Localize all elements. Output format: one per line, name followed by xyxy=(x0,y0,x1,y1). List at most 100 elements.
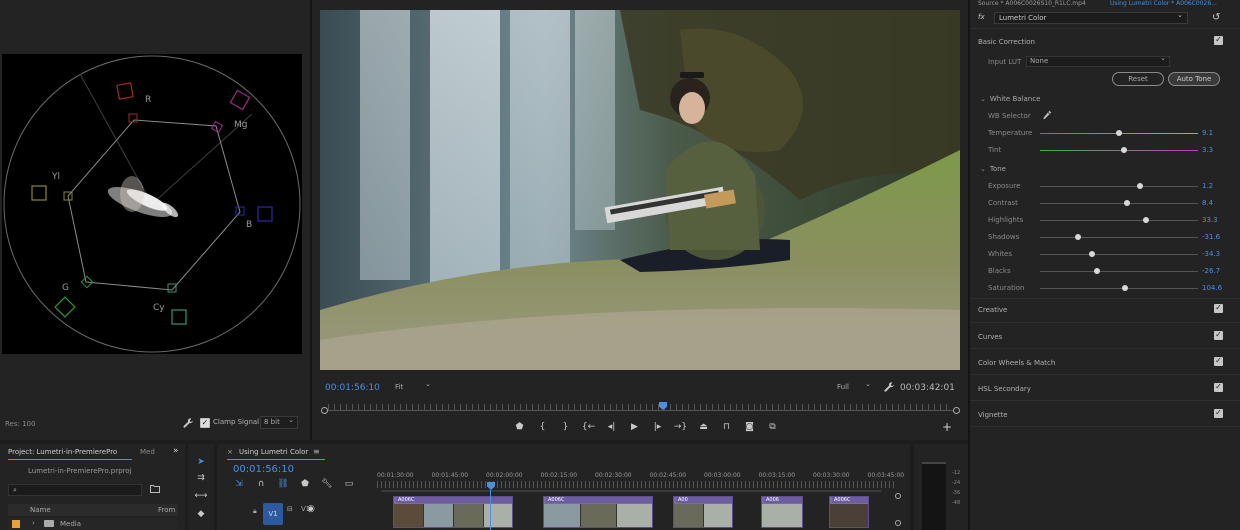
track-select-tool-icon[interactable]: ⇉ xyxy=(194,472,208,484)
section-hsl-secondary[interactable]: HSL Secondary xyxy=(978,385,1031,393)
playback-resolution-select[interactable]: Full xyxy=(834,379,874,393)
source-patch-v1[interactable]: V1 xyxy=(263,503,283,525)
compare-icon[interactable]: ⧉ xyxy=(761,420,784,434)
white-balance-toggle[interactable]: ⌄ White Balance xyxy=(980,95,1040,103)
color-wheels-checkbox[interactable]: ✓ xyxy=(1214,357,1223,366)
section-creative[interactable]: Creative xyxy=(978,306,1007,314)
list-item[interactable]: › Media xyxy=(8,518,178,530)
slider-knob-exposure[interactable] xyxy=(1136,183,1143,189)
param-value-temperature[interactable]: 9.1 xyxy=(1202,129,1213,137)
bit-depth-select[interactable]: 8 bit xyxy=(260,415,298,429)
button-editor-add-button[interactable]: + xyxy=(942,421,952,433)
captions-icon[interactable]: ▭ xyxy=(343,478,355,490)
slider-knob-saturation[interactable] xyxy=(1122,285,1129,291)
hsl-secondary-checkbox[interactable]: ✓ xyxy=(1214,383,1223,392)
param-value-saturation[interactable]: 104.6 xyxy=(1202,284,1222,292)
go-to-in-icon[interactable]: {← xyxy=(577,420,600,434)
extract-icon[interactable]: ⊓ xyxy=(715,420,738,434)
zoom-handle-top[interactable] xyxy=(895,493,901,499)
zoom-handle-bottom[interactable] xyxy=(895,520,901,526)
chevron-right-icon[interactable]: › xyxy=(32,519,35,527)
lift-icon[interactable]: ⏏ xyxy=(692,420,715,434)
program-current-timecode[interactable]: 00:01:56:10 xyxy=(325,383,380,393)
eyedropper-icon[interactable] xyxy=(1042,110,1052,120)
slider-knob-highlights[interactable] xyxy=(1142,217,1149,223)
timeline-clip[interactable]: A00 xyxy=(673,496,733,528)
marker-icon[interactable]: ⬟ xyxy=(508,420,531,434)
project-tab[interactable]: Project: Lumetri-in-PremierePro xyxy=(8,448,117,456)
program-scrub-bar[interactable] xyxy=(321,402,960,414)
sync-lock-icon[interactable]: ⊟ xyxy=(287,505,293,513)
scrub-end-handle[interactable] xyxy=(953,407,960,414)
in-point-icon[interactable]: { xyxy=(531,420,554,434)
slider-tint[interactable] xyxy=(1040,147,1198,153)
tab-menu-icon[interactable]: ≡ xyxy=(313,447,320,456)
lock-icon[interactable]: 🔒︎ xyxy=(253,507,257,516)
slider-knob-whites[interactable] xyxy=(1089,251,1096,257)
slider-exposure[interactable] xyxy=(1040,183,1198,189)
more-panels-icon[interactable]: » xyxy=(173,446,179,456)
project-search-input[interactable]: ⌕ xyxy=(8,484,142,496)
reset-effect-icon[interactable]: ↺ xyxy=(1212,12,1220,23)
column-name[interactable]: Name xyxy=(30,506,51,514)
linked-selection-icon[interactable]: ⛓ xyxy=(277,478,289,490)
work-area-bar[interactable] xyxy=(381,490,881,492)
scrub-start-handle[interactable] xyxy=(321,407,328,414)
creative-checkbox[interactable]: ✓ xyxy=(1214,304,1223,313)
param-value-shadows[interactable]: -31.6 xyxy=(1202,233,1220,241)
section-basic-correction[interactable]: Basic Correction xyxy=(978,38,1035,46)
timeline-clip[interactable]: A006C xyxy=(543,496,653,528)
auto-tone-button[interactable]: Auto Tone xyxy=(1168,72,1220,86)
timeline-clip[interactable]: A006C xyxy=(393,496,513,528)
column-frame-rate[interactable]: From xyxy=(158,506,175,514)
slider-knob-shadows[interactable] xyxy=(1074,234,1081,240)
fx-badge[interactable]: fx xyxy=(978,13,985,21)
timeline-clip[interactable]: A006 xyxy=(761,496,803,528)
close-tab-icon[interactable]: × xyxy=(227,448,233,456)
settings-icon[interactable]: 🔧︎ xyxy=(321,478,333,490)
slider-saturation[interactable] xyxy=(1040,285,1198,291)
sequence-clip-label[interactable]: Using Lumetri Color * A006C0026... xyxy=(1110,0,1217,7)
timeline-ruler[interactable]: 00:01:30:00 00:01:45:00 00:02:00:00 00:02:1… xyxy=(377,472,904,490)
snap-icon[interactable]: ∩ xyxy=(255,478,267,490)
nest-toggle-icon[interactable]: ⇲ xyxy=(233,478,245,490)
selection-tool-icon[interactable]: ➤ xyxy=(194,456,208,468)
monitor-settings-wrench-icon[interactable] xyxy=(883,381,895,393)
clamp-signal-checkbox[interactable]: ✓ xyxy=(200,418,210,428)
param-value-exposure[interactable]: 1.2 xyxy=(1202,182,1213,190)
param-value-tint[interactable]: 3.3 xyxy=(1202,146,1213,154)
effect-select[interactable]: Lumetri Color xyxy=(994,10,1188,24)
slider-knob-contrast[interactable] xyxy=(1123,200,1130,206)
slider-shadows[interactable] xyxy=(1040,234,1198,240)
section-curves[interactable]: Curves xyxy=(978,333,1002,341)
param-value-highlights[interactable]: 33.3 xyxy=(1202,216,1218,224)
param-value-blacks[interactable]: -26.7 xyxy=(1202,267,1220,275)
timeline-timecode[interactable]: 00:01:56:10 xyxy=(233,464,294,475)
new-bin-icon[interactable] xyxy=(150,484,160,493)
export-frame-icon[interactable]: ◙ xyxy=(738,420,761,434)
step-forward-icon[interactable]: |▸ xyxy=(646,420,669,434)
param-value-whites[interactable]: -34.3 xyxy=(1202,250,1220,258)
zoom-fit-select[interactable]: Fit xyxy=(392,379,434,393)
slider-knob-tint[interactable] xyxy=(1120,147,1127,153)
vignette-checkbox[interactable]: ✓ xyxy=(1214,409,1223,418)
section-color-wheels[interactable]: Color Wheels & Match xyxy=(978,359,1055,367)
source-clip-label[interactable]: Source * A006C0026S10_R1LC.mp4 xyxy=(978,0,1086,7)
param-value-contrast[interactable]: 8.4 xyxy=(1202,199,1213,207)
slider-knob-blacks[interactable] xyxy=(1093,268,1100,274)
go-to-out-icon[interactable]: →} xyxy=(669,420,692,434)
slider-blacks[interactable] xyxy=(1040,268,1198,274)
out-point-icon[interactable]: } xyxy=(554,420,577,434)
reset-button[interactable]: Reset xyxy=(1112,72,1164,86)
input-lut-select[interactable]: None xyxy=(1026,54,1170,67)
tone-toggle[interactable]: ⌄ Tone xyxy=(980,165,1006,173)
slider-highlights[interactable] xyxy=(1040,217,1198,223)
sequence-tab[interactable]: Using Lumetri Color xyxy=(239,448,308,456)
media-browser-tab[interactable]: Med xyxy=(140,448,155,456)
razor-tool-icon[interactable]: ◆ xyxy=(194,508,208,520)
step-back-icon[interactable]: ◂| xyxy=(600,420,623,434)
slider-contrast[interactable] xyxy=(1040,200,1198,206)
section-vignette[interactable]: Vignette xyxy=(978,411,1008,419)
play-icon[interactable]: ▶ xyxy=(623,420,646,434)
eye-icon[interactable]: ◉ xyxy=(307,504,315,514)
